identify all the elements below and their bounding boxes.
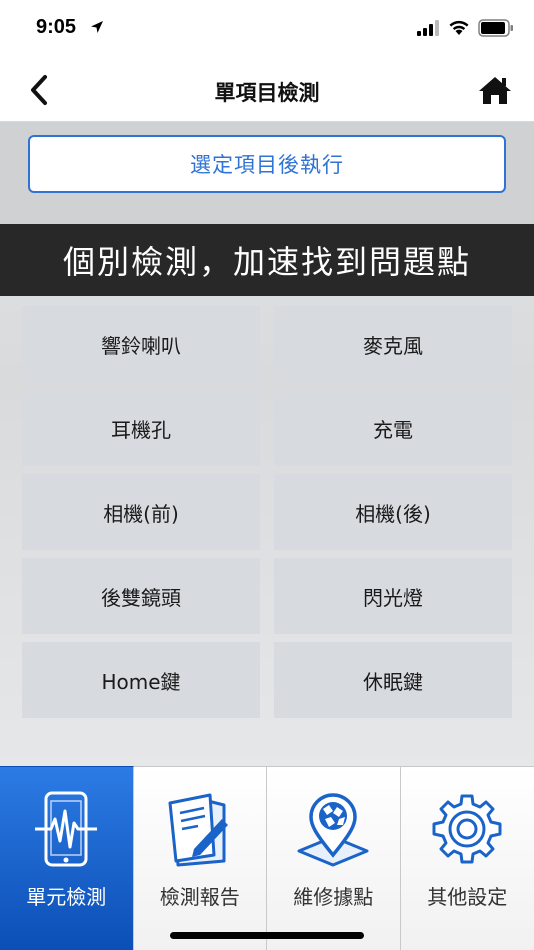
navigation-bar: 單項目檢測 — [0, 58, 534, 122]
location-arrow-icon — [91, 21, 103, 33]
location-pin-icon — [293, 789, 373, 869]
content-area: 選定項目後執行 個別檢測，加速找到問題點 響鈴喇叭 麥克風 耳機孔 充電 相機(… — [0, 122, 534, 766]
tab-unit-test[interactable]: 單元檢測 — [0, 766, 134, 950]
tab-label: 其他設定 — [427, 885, 508, 909]
test-item-speaker[interactable]: 響鈴喇叭 — [22, 306, 260, 382]
phone-pulse-icon — [26, 789, 106, 869]
test-item-rear-camera[interactable]: 相機(後) — [274, 474, 512, 550]
tab-test-report[interactable]: 檢測報告 — [133, 766, 267, 950]
home-indicator — [170, 932, 364, 939]
home-button[interactable] — [476, 72, 514, 108]
test-item-microphone[interactable]: 麥克風 — [274, 306, 512, 382]
status-time: 9:05 — [36, 16, 77, 38]
test-item-front-camera[interactable]: 相機(前) — [22, 474, 260, 550]
test-item-charging[interactable]: 充電 — [274, 390, 512, 466]
cellular-signal-icon — [417, 20, 439, 36]
tab-other-settings[interactable]: 其他設定 — [400, 766, 534, 950]
tab-label: 單元檢測 — [26, 885, 107, 909]
test-item-sleep-key[interactable]: 休眠鍵 — [274, 642, 512, 718]
run-button-bar: 選定項目後執行 — [0, 122, 534, 224]
promo-banner: 個別檢測，加速找到問題點 — [0, 224, 534, 296]
report-icon — [160, 789, 240, 869]
battery-icon — [478, 19, 513, 37]
tab-label: 檢測報告 — [159, 885, 240, 909]
gear-icon — [427, 789, 507, 869]
tab-bar: 單元檢測 檢測報告 維修據點 其他設定 — [0, 766, 534, 950]
home-icon — [479, 77, 511, 104]
test-item-grid: 響鈴喇叭 麥克風 耳機孔 充電 相機(前) 相機(後) 後雙鏡頭 閃光燈 Hom… — [22, 306, 512, 718]
status-bar: 9:05 — [0, 0, 534, 58]
tab-service-locations[interactable]: 維修據點 — [267, 766, 401, 950]
test-item-dual-lens[interactable]: 後雙鏡頭 — [22, 558, 260, 634]
test-item-home-key[interactable]: Home鍵 — [22, 642, 260, 718]
run-selected-button[interactable]: 選定項目後執行 — [28, 135, 506, 193]
page-title: 單項目檢測 — [214, 81, 320, 105]
test-item-flash[interactable]: 閃光燈 — [274, 558, 512, 634]
wifi-icon — [449, 20, 469, 35]
tab-label: 維修據點 — [293, 885, 374, 909]
test-item-headphone-jack[interactable]: 耳機孔 — [22, 390, 260, 466]
